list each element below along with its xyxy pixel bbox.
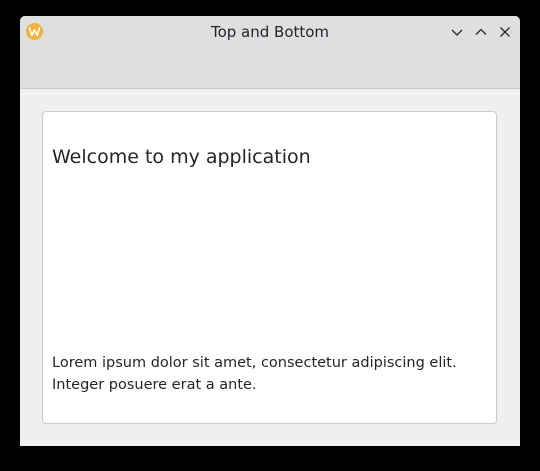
minimize-button[interactable] — [448, 23, 466, 41]
title-bar[interactable]: Top and Bottom — [20, 16, 520, 89]
maximize-button[interactable] — [472, 23, 490, 41]
chevron-up-icon — [475, 28, 487, 35]
content-card: Welcome to my application Lorem ipsum do… — [42, 111, 497, 424]
body-paragraph: Lorem ipsum dolor sit amet, consectetur … — [52, 352, 487, 396]
window-title: Top and Bottom — [210, 23, 330, 41]
close-icon — [500, 27, 510, 37]
window-controls — [448, 23, 514, 41]
body-text-line: Integer posuere erat a ante. — [52, 377, 257, 393]
body-text-line: Lorem ipsum dolor sit amet, consectetur … — [52, 355, 457, 371]
close-button[interactable] — [496, 23, 514, 41]
welcome-heading: Welcome to my application — [52, 146, 311, 168]
chevron-down-icon — [451, 29, 463, 36]
app-window: Top and Bottom Welcome to my application — [20, 16, 520, 446]
